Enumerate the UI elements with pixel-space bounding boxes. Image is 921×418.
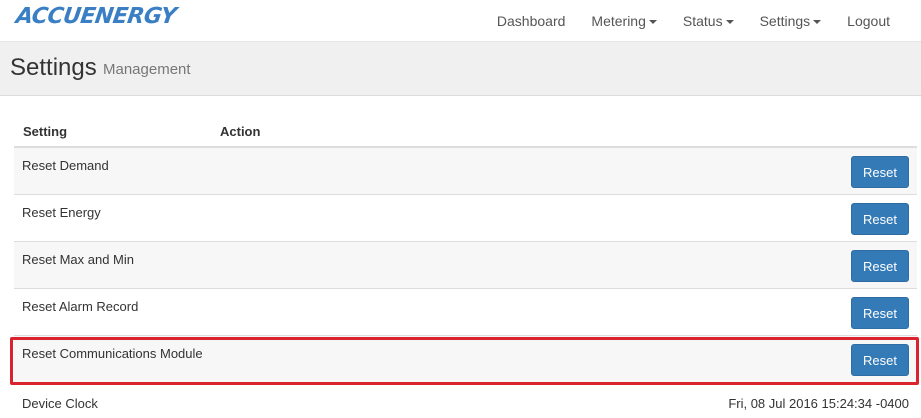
setting-label: Reset Energy [22,205,101,220]
nav-item-label: Logout [847,13,890,29]
setting-label: Reset Alarm Record [22,299,139,314]
nav-item-label: Settings [759,13,811,29]
reset-max-min-button[interactable]: Reset [851,250,909,282]
settings-table: Setting Action Reset Demand Reset Reset … [14,116,917,383]
table-header: Setting Action [14,116,917,148]
device-clock-value: Fri, 08 Jul 2016 15:24:34 -0400 [728,396,909,411]
table-row: Reset Max and Min Reset [14,242,917,289]
setting-label: Reset Demand [22,158,109,173]
nav-item-metering[interactable]: Metering [578,13,669,29]
caret-down-icon [813,20,822,24]
device-clock-label: Device Clock [22,396,98,411]
reset-demand-button[interactable]: Reset [851,156,909,188]
column-header-action: Action [220,124,261,139]
nav-item-settings[interactable]: Settings [747,13,835,29]
page-header: Settings Management [0,42,921,96]
table-row: Reset Demand Reset [14,148,917,195]
brand-logo[interactable]: ACCUENERGY [14,4,178,29]
nav-item-logout[interactable]: Logout [834,13,903,29]
nav-item-label: Dashboard [496,13,566,29]
caret-down-icon [725,20,734,24]
column-header-setting: Setting [23,124,68,139]
nav-menu: Dashboard Metering Status Settings Logou… [484,0,903,42]
nav-item-label: Status [682,13,723,29]
page-subtitle: Management [103,61,191,78]
reset-energy-button[interactable]: Reset [851,203,909,235]
navbar: ACCUENERGY Dashboard Metering Status Set… [0,0,921,42]
reset-communications-module-button[interactable]: Reset [851,344,909,376]
setting-label: Reset Communications Module [22,346,203,361]
nav-item-dashboard[interactable]: Dashboard [484,13,579,29]
table-row: Reset Energy Reset [14,195,917,242]
caret-down-icon [648,20,657,24]
table-row: Reset Alarm Record Reset [14,289,917,336]
reset-alarm-record-button[interactable]: Reset [851,297,909,329]
table-row: Reset Communications Module Reset [14,336,917,383]
page-title: Settings [10,54,97,81]
nav-item-status[interactable]: Status [670,13,747,29]
setting-label: Reset Max and Min [22,252,134,267]
nav-item-label: Metering [591,13,646,29]
